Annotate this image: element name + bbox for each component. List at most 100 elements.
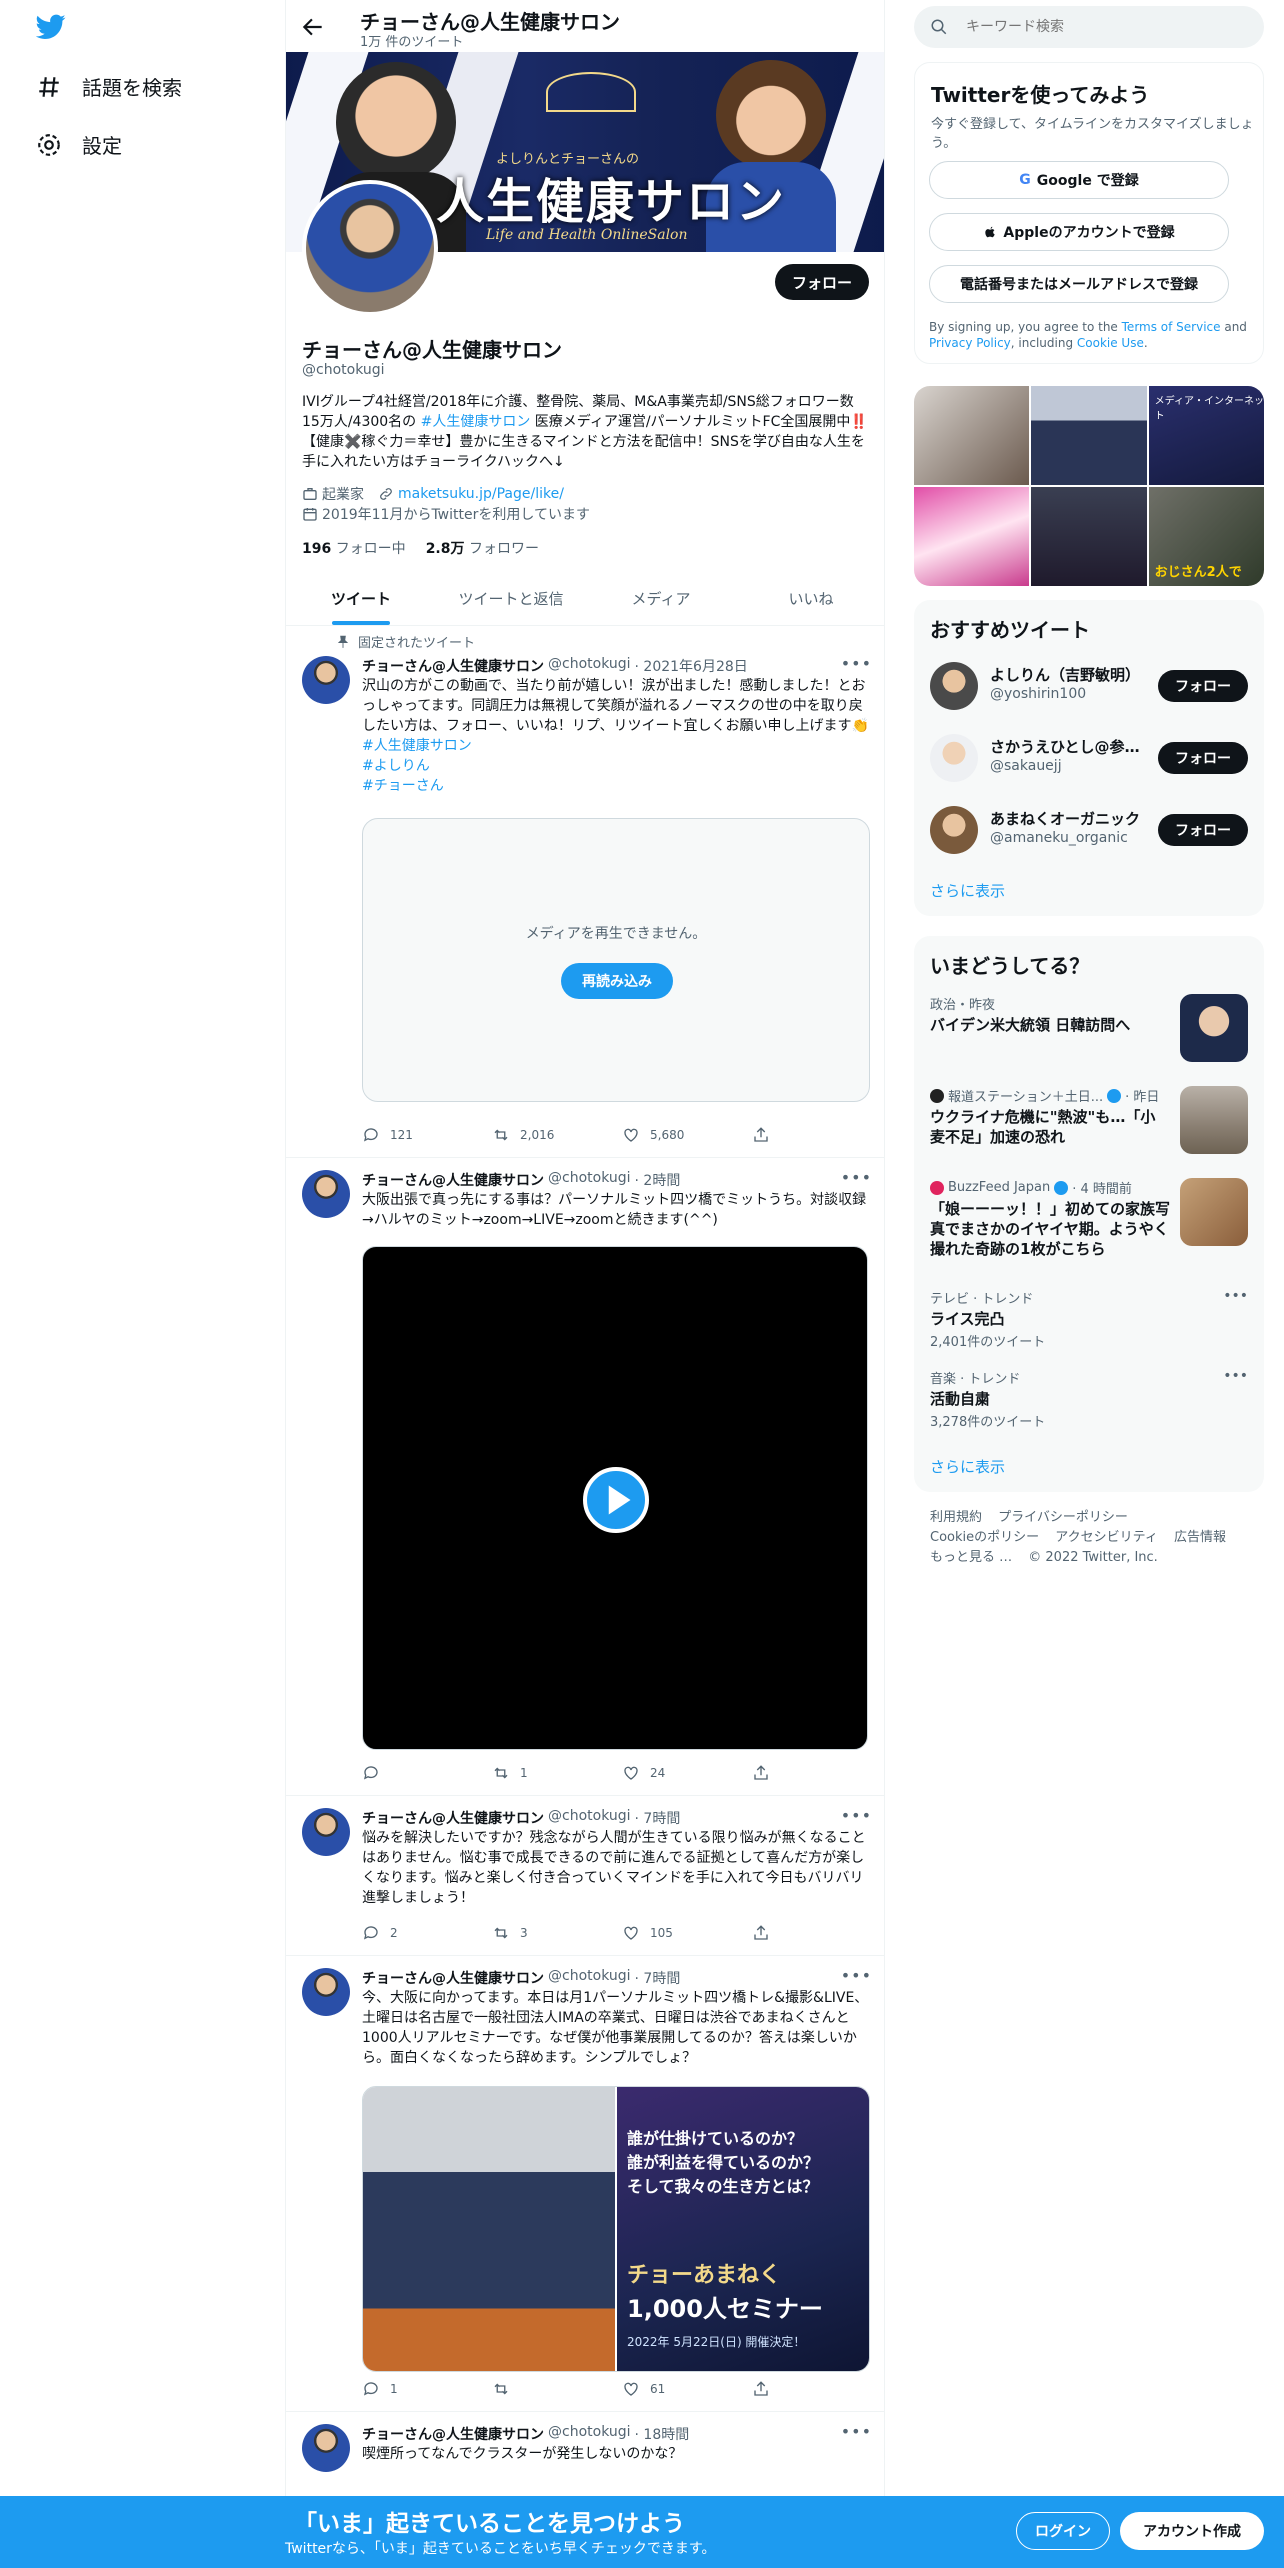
recommended-user-name[interactable]: さかうえひとし@参議院議員	[990, 736, 1140, 757]
media-thumb[interactable]	[1031, 487, 1147, 586]
avatar[interactable]	[930, 734, 978, 782]
tweet-avatar[interactable]	[302, 1968, 350, 2016]
terms-of-service-link[interactable]: Terms of Service	[1122, 320, 1221, 334]
tweet[interactable]: チョーさん@人生健康サロン @chotokugi · 2時間 ••• 大阪出張で…	[286, 1158, 884, 1796]
share-button[interactable]	[752, 1764, 782, 1782]
reply-button[interactable]: 121	[362, 1126, 492, 1144]
search-input[interactable]	[966, 6, 1246, 48]
tweet[interactable]: チョーさん@人生健康サロン @chotokugi · 7時間 ••• 悩みを解決…	[286, 1796, 884, 1956]
nav-settings[interactable]: 設定	[36, 130, 122, 159]
footer-link-accessibility[interactable]: アクセシビリティ	[1055, 1530, 1158, 1545]
follow-button[interactable]: フォロー	[775, 264, 869, 300]
recommended-follow-button[interactable]: フォロー	[1158, 670, 1248, 702]
share-button[interactable]	[752, 1126, 782, 1144]
tweet-author-handle[interactable]: @chotokugi	[548, 1968, 631, 1988]
more-options-icon[interactable]: •••	[841, 654, 872, 673]
tweet-time[interactable]: · 7時間	[635, 1968, 681, 1988]
search-box[interactable]	[914, 6, 1264, 48]
nav-explore[interactable]: 話題を検索	[36, 72, 182, 101]
retweet-button[interactable]: 1	[492, 1764, 622, 1782]
tab-tweets[interactable]: ツイート	[286, 572, 436, 625]
like-button[interactable]: 105	[622, 1924, 752, 1942]
tweet-author-handle[interactable]: @chotokugi	[548, 1808, 631, 1828]
video-player[interactable]	[362, 1246, 868, 1750]
more-options-icon[interactable]: •••	[1223, 1368, 1248, 1384]
twitter-logo-icon[interactable]	[35, 14, 66, 44]
reply-button[interactable]: 1	[362, 2380, 492, 2398]
like-button[interactable]: 24	[622, 1764, 752, 1782]
privacy-policy-link[interactable]: Privacy Policy	[929, 336, 1011, 350]
more-options-icon[interactable]: •••	[841, 1966, 872, 1985]
reply-button[interactable]: 2	[362, 1924, 492, 1942]
tweet[interactable]: チョーさん@人生健康サロン @chotokugi · 7時間 ••• 今、大阪に…	[286, 1956, 884, 2412]
footer-link-terms[interactable]: 利用規約	[930, 1510, 982, 1525]
footer-link-ads[interactable]: 広告情報	[1174, 1530, 1226, 1545]
avatar[interactable]	[930, 806, 978, 854]
recommended-user-name[interactable]: あまねくオーガニック	[990, 808, 1140, 829]
share-button[interactable]	[752, 1924, 782, 1942]
tweet-author-name[interactable]: チョーさん@人生健康サロン	[362, 1968, 544, 1988]
tweet-author-name[interactable]: チョーさん@人生健康サロン	[362, 2424, 544, 2444]
tab-tweets-replies[interactable]: ツイートと返信	[436, 572, 586, 625]
retweet-button[interactable]: 2,016	[492, 1126, 622, 1144]
media-thumb[interactable]: おじさん2人で	[1148, 487, 1264, 586]
profile-url-link[interactable]: maketsuku.jp/Page/like/	[398, 486, 564, 502]
more-options-icon[interactable]: •••	[841, 2422, 872, 2441]
tweet-author-handle[interactable]: @chotokugi	[548, 2424, 631, 2444]
recommended-follow-button[interactable]: フォロー	[1158, 814, 1248, 846]
tweet-hashtag[interactable]: #よしりん	[362, 756, 870, 776]
recommended-follow-button[interactable]: フォロー	[1158, 742, 1248, 774]
tweet-author-name[interactable]: チョーさん@人生健康サロン	[362, 1808, 544, 1828]
trend-item[interactable]: BuzzFeed Japan · 4 時間前 「娘ーーーッ！！」初めての家族写真…	[930, 1178, 1248, 1278]
like-button[interactable]: 61	[622, 2380, 752, 2398]
footer-link-more[interactable]: もっと見る …	[930, 1550, 1012, 1565]
profile-avatar[interactable]	[302, 180, 438, 316]
tweet-author-handle[interactable]: @chotokugi	[548, 656, 631, 676]
footer-link-cookie[interactable]: Cookieのポリシー	[930, 1530, 1039, 1545]
trends-show-more-link[interactable]: さらに表示	[930, 1456, 1005, 1477]
profile-url[interactable]: maketsuku.jp/Page/like/	[378, 486, 564, 502]
trend-item[interactable]: テレビ · トレンド ライス完凸 2,401件のツイート •••	[930, 1288, 1248, 1352]
followers-stat[interactable]: 2.8万 フォロワー	[426, 538, 539, 558]
tweet-hashtag[interactable]: #チョーさん	[362, 776, 870, 796]
reload-button[interactable]: 再読み込み	[561, 963, 673, 999]
trend-item[interactable]: 報道ステーション＋土日... · 昨日 ウクライナ危機に"熱波"も…「小麦不足」…	[930, 1086, 1248, 1166]
tweet-author-handle[interactable]: @chotokugi	[548, 1170, 631, 1190]
seminar-poster[interactable]: 誰が仕掛けているのか？ 誰が利益を得ているのか？ そして我々の生き方とは？ チョ…	[617, 2087, 869, 2371]
tab-media[interactable]: メディア	[586, 572, 736, 625]
media-thumb[interactable]	[914, 386, 1030, 485]
google-signup-button[interactable]: G Google で登録	[929, 161, 1229, 199]
tweet-time[interactable]: · 2021年6月28日	[635, 656, 748, 676]
apple-signup-button[interactable]: Appleのアカウントで登録	[929, 213, 1229, 251]
media-thumb[interactable]: メディア・インターネット	[1148, 386, 1264, 485]
play-icon[interactable]	[583, 1467, 649, 1533]
following-stat[interactable]: 196 フォロー中	[302, 538, 406, 558]
retweet-button[interactable]: 3	[492, 1924, 622, 1942]
reply-button[interactable]	[362, 1764, 492, 1782]
recommended-user[interactable]: よしりん（吉野敏明） @yoshirin100 フォロー	[930, 656, 1248, 716]
tweet-time[interactable]: · 2時間	[635, 1170, 681, 1190]
avatar[interactable]	[930, 662, 978, 710]
tweet-avatar[interactable]	[302, 1170, 350, 1218]
phone-email-signup-button[interactable]: 電話番号またはメールアドレスで登録	[929, 265, 1229, 303]
tweet-author-name[interactable]: チョーさん@人生健康サロン	[362, 656, 544, 676]
media-thumb[interactable]	[1031, 386, 1147, 485]
trend-item[interactable]: 政治・昨夜 バイデン米大統領 日韓訪問へ	[930, 994, 1248, 1064]
group-photo[interactable]	[363, 2087, 615, 2371]
create-account-button[interactable]: アカウント作成	[1120, 2512, 1264, 2550]
recommended-show-more-link[interactable]: さらに表示	[930, 880, 1005, 901]
tweet-avatar[interactable]	[302, 1808, 350, 1856]
tweet-author-name[interactable]: チョーさん@人生健康サロン	[362, 1170, 544, 1190]
retweet-button[interactable]	[492, 2380, 622, 2398]
recommended-user-name[interactable]: よしりん（吉野敏明）	[990, 664, 1140, 685]
recommended-user[interactable]: あまねくオーガニック @amaneku_organic フォロー	[930, 800, 1248, 860]
tweet-hashtag[interactable]: #人生健康サロン	[362, 736, 870, 756]
footer-link-privacy[interactable]: プライバシーポリシー	[998, 1510, 1128, 1525]
media-thumb[interactable]	[914, 487, 1030, 586]
login-button[interactable]: ログイン	[1016, 2512, 1110, 2550]
like-button[interactable]: 5,680	[622, 1126, 752, 1144]
trend-item[interactable]: 音楽 · トレンド 活動自粛 3,278件のツイート •••	[930, 1368, 1248, 1432]
back-arrow-icon[interactable]	[300, 14, 326, 40]
more-options-icon[interactable]: •••	[1223, 1288, 1248, 1304]
more-options-icon[interactable]: •••	[841, 1806, 872, 1825]
